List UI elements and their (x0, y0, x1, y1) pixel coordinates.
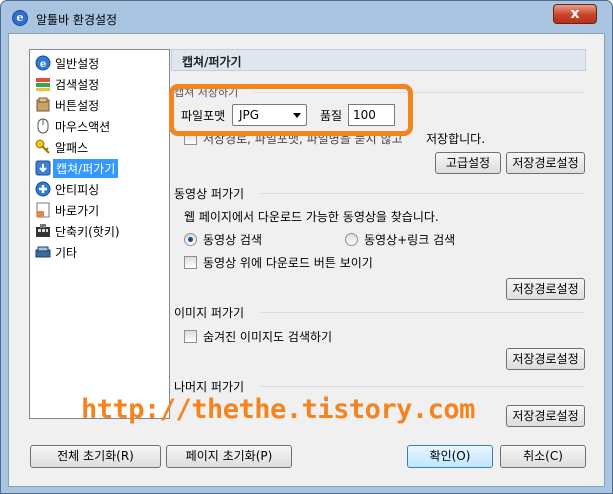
buttons-icon (35, 97, 51, 113)
sidebar-item-mouse-action[interactable]: 마우스액션 (35, 116, 169, 136)
auto-save-label-suffix: 저장합니다. (426, 132, 486, 146)
video-search-label: 동영상 검색 (203, 233, 263, 247)
close-button[interactable]: x (553, 4, 597, 24)
reset-all-button[interactable]: 전체 초기화(R) (30, 445, 161, 468)
advanced-settings-button[interactable]: 고급설정 (435, 152, 501, 174)
ok-button[interactable]: 확인(O) (407, 445, 493, 468)
title-bar[interactable]: e 알툴바 환경설정 x (1, 1, 612, 35)
sidebar-item-hotkey[interactable]: 단축키(핫키) (35, 221, 169, 241)
page-header: 캡쳐/퍼가기 (171, 49, 586, 71)
rest-group-label: 나머지 퍼가기 (174, 380, 245, 394)
sidebar-item-label: 알패스 (55, 140, 89, 155)
highlight-annotation-box (169, 84, 413, 136)
video-link-search-label: 동영상+링크 검색 (364, 233, 456, 247)
shield-icon (35, 181, 51, 197)
shortcut-icon (35, 202, 51, 218)
sidebar-item-label: 안티피싱 (55, 182, 100, 197)
video-group-label: 동영상 퍼가기 (174, 187, 245, 201)
sidebar-item-capture[interactable]: 캡쳐/퍼가기 (35, 158, 169, 178)
show-download-button-label: 동영상 위에 다운로드 버튼 보이기 (203, 256, 373, 270)
sidebar-item-label: 단축키(핫키) (55, 224, 120, 239)
settings-category-list: e 일반설정 검색설정 버튼설정 마우스액션 알패스 캡쳐/퍼가기 안티피싱 바… (29, 49, 170, 419)
mouse-icon (35, 118, 51, 134)
show-download-button-checkbox[interactable] (184, 256, 197, 269)
hotkey-icon (35, 223, 51, 239)
cancel-button[interactable]: 취소(C) (500, 445, 586, 468)
alttoolbar-app-icon: e (12, 10, 28, 26)
video-save-path-button[interactable]: 저장경로설정 (506, 278, 585, 300)
sidebar-item-search[interactable]: 검색설정 (35, 74, 169, 94)
sidebar-item-etc[interactable]: 기타 (35, 242, 169, 262)
sidebar-item-buttons[interactable]: 버튼설정 (35, 95, 169, 115)
reset-page-button[interactable]: 페이지 초기화(P) (166, 445, 292, 468)
svg-text:e: e (40, 59, 46, 70)
search-settings-icon (35, 76, 51, 92)
key-icon (35, 139, 51, 155)
etc-icon (35, 244, 51, 260)
sidebar-item-shortcut[interactable]: 바로가기 (35, 200, 169, 220)
video-link-search-radio[interactable] (345, 233, 358, 246)
sidebar-item-antiphishing[interactable]: 안티피싱 (35, 179, 169, 199)
capture-icon (35, 160, 51, 176)
sidebar-item-label: 캡쳐/퍼가기 (53, 158, 119, 178)
image-save-path-button[interactable]: 저장경로설정 (506, 348, 585, 370)
divider (259, 193, 584, 194)
page-title: 캡쳐/퍼가기 (182, 55, 242, 69)
video-description: 웹 페이지에서 다운로드 가능한 동영상을 찾습니다. (184, 210, 439, 224)
sidebar-item-label: 검색설정 (55, 77, 100, 92)
video-search-radio[interactable] (184, 233, 197, 246)
sidebar-item-label: 기타 (55, 245, 78, 260)
sidebar-item-alpass[interactable]: 알패스 (35, 137, 169, 157)
image-group-label: 이미지 퍼가기 (174, 306, 245, 320)
watermark-url: http://thethe.tistory.com (81, 394, 475, 425)
sidebar-item-label: 버튼설정 (55, 98, 100, 113)
alttoolbar-icon: e (35, 55, 51, 71)
search-hidden-images-label: 숨겨진 이미지도 검색하기 (203, 330, 333, 344)
sidebar-item-label: 바로가기 (55, 203, 100, 218)
rest-save-path-button[interactable]: 저장경로설정 (506, 405, 585, 427)
sidebar-item-general[interactable]: e 일반설정 (35, 53, 169, 73)
sidebar-item-label: 마우스액션 (55, 119, 111, 134)
divider (259, 312, 584, 313)
capture-save-path-button[interactable]: 저장경로설정 (506, 152, 585, 174)
window-title: 알툴바 환경설정 (36, 13, 118, 27)
sidebar-item-label: 일반설정 (55, 56, 100, 71)
settings-window: e 알툴바 환경설정 x e 일반설정 검색설정 버튼설정 마우스액션 알패스 … (0, 0, 613, 494)
divider (259, 386, 584, 387)
search-hidden-images-checkbox[interactable] (184, 330, 197, 343)
